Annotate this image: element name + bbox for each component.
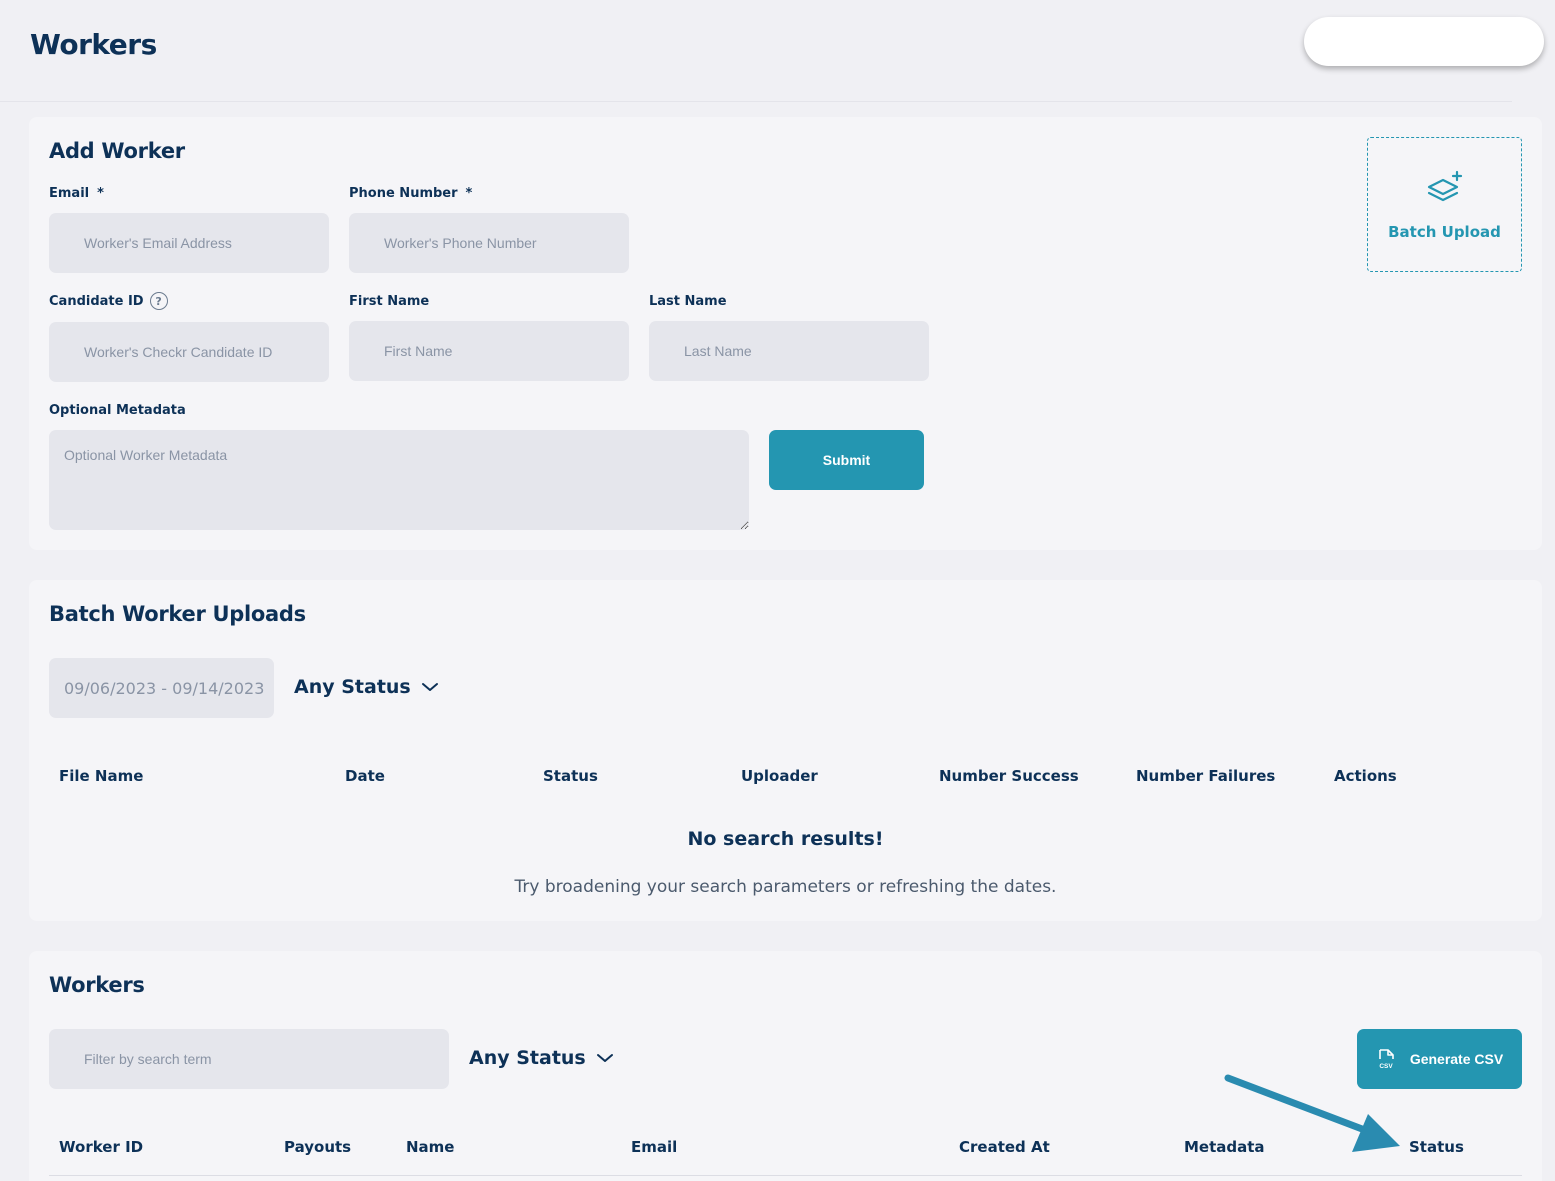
phone-field[interactable] — [349, 213, 629, 273]
metadata-field[interactable] — [49, 430, 749, 530]
csv-file-icon: CSV — [1379, 1049, 1394, 1070]
first-name-label: First Name — [349, 294, 430, 309]
column-header-metadata[interactable]: Metadata — [1184, 1138, 1265, 1156]
batch-upload-label: Batch Upload — [1388, 222, 1501, 241]
column-header-file-name[interactable]: File Name — [59, 767, 143, 785]
layers-plus-icon — [1427, 170, 1462, 201]
generate-csv-button[interactable]: CSV Generate CSV — [1357, 1029, 1522, 1089]
generate-csv-label: Generate CSV — [1409, 1051, 1504, 1067]
last-name-label: Last Name — [649, 294, 727, 309]
column-header-status[interactable]: Status — [1409, 1138, 1464, 1156]
workers-title: Workers — [49, 973, 145, 997]
column-header-worker-id[interactable]: Worker ID — [59, 1138, 143, 1156]
chevron-down-icon — [421, 683, 438, 691]
workers-status-filter-label: Any Status — [469, 1047, 586, 1069]
candidate-id-label: Candidate ID ? — [49, 292, 168, 310]
column-header-number-success[interactable]: Number Success — [939, 767, 1079, 785]
column-header-status[interactable]: Status — [543, 767, 598, 785]
column-header-name[interactable]: Name — [406, 1138, 454, 1156]
page-title: Workers — [30, 28, 157, 61]
table-divider — [49, 1175, 1522, 1176]
last-name-field[interactable] — [649, 321, 929, 381]
email-label: Email * — [49, 186, 104, 201]
header-divider — [0, 101, 1512, 102]
column-header-payouts[interactable]: Payouts — [284, 1138, 351, 1156]
column-header-number-failures[interactable]: Number Failures — [1136, 767, 1275, 785]
email-field[interactable] — [49, 213, 329, 273]
chevron-down-icon — [596, 1054, 613, 1062]
candidate-id-field[interactable] — [49, 322, 329, 382]
add-worker-card: Add Worker Email* Phone Number* Candidat… — [29, 117, 1542, 550]
first-name-field[interactable] — [349, 321, 629, 381]
date-range-picker[interactable]: 09/06/2023 - 09/14/2023 — [49, 658, 274, 718]
submit-button[interactable]: Submit — [769, 430, 924, 490]
phone-label: Phone Number * — [349, 186, 473, 201]
batch-upload-button[interactable]: Batch Upload — [1367, 137, 1522, 272]
column-header-date[interactable]: Date — [345, 767, 385, 785]
column-header-uploader[interactable]: Uploader — [741, 767, 818, 785]
batch-uploads-title: Batch Worker Uploads — [49, 602, 306, 626]
column-header-actions: Actions — [1334, 767, 1397, 785]
workers-card: Workers Any Status CSV Generate CSV Work… — [29, 951, 1542, 1181]
top-right-control[interactable] — [1304, 17, 1544, 66]
metadata-label: Optional Metadata — [49, 403, 186, 418]
batch-uploads-card: Batch Worker Uploads 09/06/2023 - 09/14/… — [29, 580, 1542, 921]
batch-status-filter[interactable]: Any Status — [294, 676, 439, 698]
batch-status-filter-label: Any Status — [294, 676, 411, 698]
search-input[interactable] — [49, 1029, 449, 1089]
add-worker-title: Add Worker — [49, 139, 185, 163]
required-mark: * — [97, 186, 104, 201]
csv-icon-text: CSV — [1379, 1063, 1393, 1070]
workers-status-filter[interactable]: Any Status — [469, 1047, 614, 1069]
help-icon[interactable]: ? — [149, 292, 168, 310]
empty-state-title: No search results! — [687, 828, 884, 850]
column-header-created-at[interactable]: Created At — [959, 1138, 1050, 1156]
required-mark: * — [465, 186, 473, 201]
empty-state-message: Try broadening your search parameters or… — [514, 877, 1057, 897]
column-header-email[interactable]: Email — [631, 1138, 677, 1156]
